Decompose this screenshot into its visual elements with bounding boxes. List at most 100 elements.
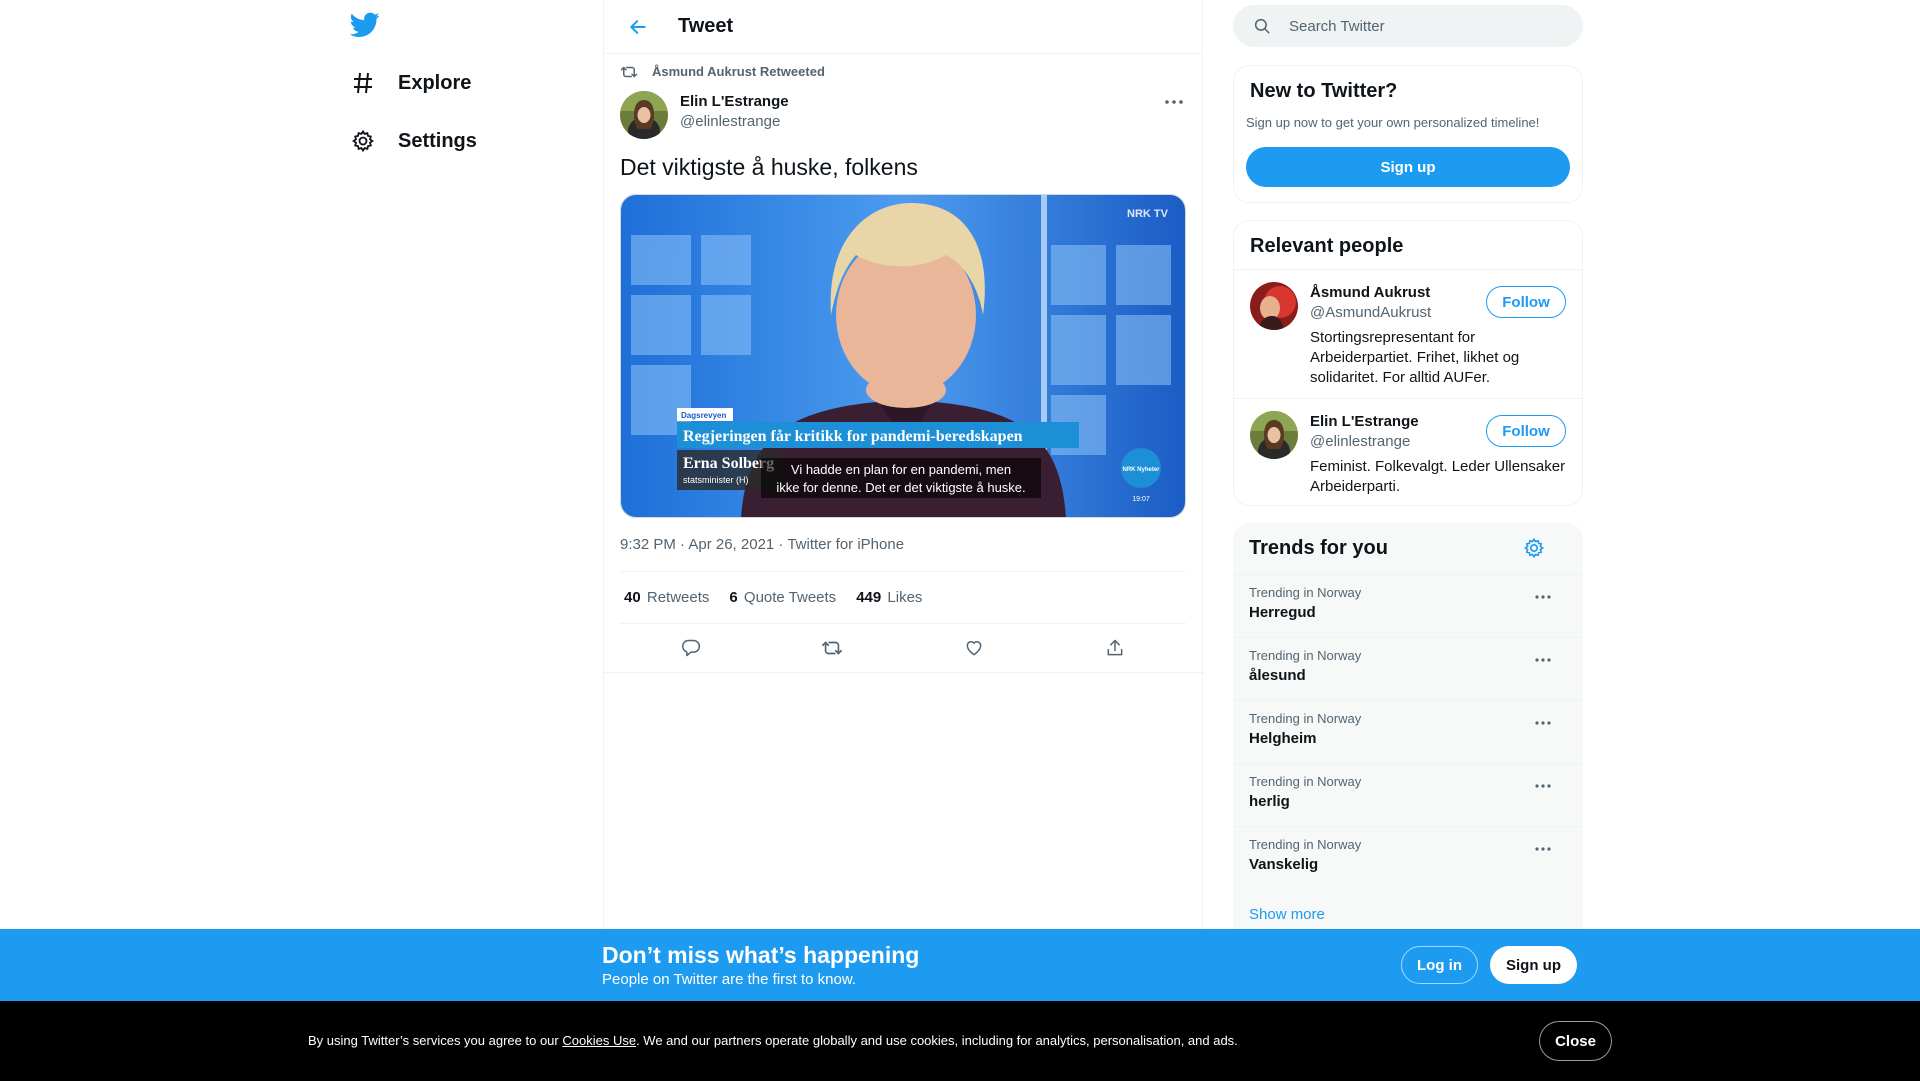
divider bbox=[604, 672, 1204, 673]
nav-explore-label: Explore bbox=[398, 71, 472, 94]
hashtag-icon bbox=[350, 70, 376, 96]
media-channel-logo: NRK Nyheter bbox=[1122, 467, 1160, 473]
media-subtitle-1: Vi hadde en plan for en pandemi, men bbox=[791, 462, 1011, 477]
share-button[interactable] bbox=[1097, 630, 1133, 666]
trend-item[interactable]: Trending in Norway herlig bbox=[1233, 763, 1583, 826]
retweets-label: Retweets bbox=[646, 589, 710, 606]
stat-quote-tweets[interactable]: 6 Quote Tweets bbox=[729, 589, 836, 606]
trend-item[interactable]: Trending in Norway Herregud bbox=[1233, 574, 1583, 637]
trend-context: Trending in Norway bbox=[1249, 585, 1362, 600]
person-bio: Stortingsrepresentant for Arbeiderpartie… bbox=[1310, 329, 1520, 386]
more-dots-icon bbox=[1535, 658, 1551, 662]
login-button[interactable]: Log in bbox=[1401, 946, 1478, 984]
tweet-more-button[interactable] bbox=[1162, 92, 1186, 112]
quote-tweets-label: Quote Tweets bbox=[743, 589, 837, 606]
show-more-link[interactable]: Show more bbox=[1249, 906, 1325, 923]
person-item[interactable]: Åsmund Aukrust @AsmundAukrust Follow Sto… bbox=[1234, 269, 1582, 398]
media-badge-top: NRK TV bbox=[1127, 208, 1169, 220]
media-person-role: statsminister (H) bbox=[683, 475, 749, 485]
trend-name: Vanskelig bbox=[1249, 856, 1319, 873]
author-handle[interactable]: @elinlestrange bbox=[680, 113, 789, 130]
media-headline: Regjeringen får kritikk for pandemi-bere… bbox=[683, 428, 1023, 445]
tweet-header: Tweet bbox=[604, 0, 1202, 54]
tweet-column: Tweet Åsmund Aukrust Retweeted Elin L'Es… bbox=[603, 0, 1204, 1081]
retweeted-by-label: Åsmund Aukrust Retweeted bbox=[652, 64, 825, 79]
like-button[interactable] bbox=[956, 630, 992, 666]
avatar[interactable] bbox=[1250, 411, 1298, 459]
tweet-timestamp[interactable]: 9:32 PM · Apr 26, 2021 · Twitter for iPh… bbox=[620, 536, 904, 553]
trend-item[interactable]: Trending in Norway Helgheim bbox=[1233, 700, 1583, 763]
likes-count: 449 bbox=[856, 589, 882, 606]
reply-icon bbox=[681, 639, 700, 657]
retweeted-by[interactable]: Åsmund Aukrust Retweeted bbox=[620, 64, 825, 79]
cookie-close-button[interactable]: Close bbox=[1539, 1021, 1612, 1061]
follow-button[interactable]: Follow bbox=[1486, 415, 1566, 447]
retweet-button[interactable] bbox=[814, 630, 850, 666]
trend-name: Herregud bbox=[1249, 604, 1316, 621]
trend-more-button[interactable] bbox=[1531, 587, 1555, 607]
share-icon bbox=[1107, 639, 1123, 656]
stat-likes[interactable]: 449 Likes bbox=[856, 589, 922, 606]
tweet-media[interactable]: NRK TV Dagsrevyen Regjeringen får kritik… bbox=[620, 194, 1186, 518]
trend-more-button[interactable] bbox=[1531, 713, 1555, 733]
search-input[interactable] bbox=[1289, 17, 1549, 35]
nav-explore[interactable]: Explore bbox=[350, 63, 471, 103]
person-name[interactable]: Elin L'Estrange bbox=[1310, 413, 1419, 430]
author-name[interactable]: Elin L'Estrange bbox=[680, 93, 789, 110]
trend-name: Helgheim bbox=[1249, 730, 1317, 747]
nav-settings[interactable]: Settings bbox=[350, 121, 477, 161]
nav-settings-label: Settings bbox=[398, 129, 477, 152]
new-to-twitter-subtitle: Sign up now to get your own personalized… bbox=[1246, 115, 1540, 130]
trend-context: Trending in Norway bbox=[1249, 774, 1362, 789]
tweet-text: Det viktigste å huske, folkens bbox=[620, 154, 918, 180]
gear-icon bbox=[1523, 537, 1545, 559]
person-name[interactable]: Åsmund Aukrust bbox=[1310, 284, 1430, 301]
retweet-icon bbox=[620, 66, 638, 77]
cookies-use-link[interactable]: Cookies Use bbox=[562, 1033, 636, 1048]
tweet-actions bbox=[620, 624, 1186, 672]
search-box[interactable] bbox=[1233, 5, 1583, 47]
banner-subtitle: People on Twitter are the first to know. bbox=[602, 971, 857, 988]
tweet-author[interactable]: Elin L'Estrange @elinlestrange bbox=[620, 91, 789, 139]
media-clock: 19:07 bbox=[1132, 496, 1150, 503]
follow-button[interactable]: Follow bbox=[1486, 286, 1566, 318]
gear-icon bbox=[350, 128, 376, 154]
avatar[interactable] bbox=[620, 91, 668, 139]
retweets-count: 40 bbox=[624, 589, 641, 606]
trend-more-button[interactable] bbox=[1531, 650, 1555, 670]
trend-context: Trending in Norway bbox=[1249, 648, 1362, 663]
trend-item[interactable]: Trending in Norway ålesund bbox=[1233, 637, 1583, 700]
media-subtitle-2: ikke for denne. Det er det viktigste å h… bbox=[776, 480, 1025, 495]
quote-tweets-count: 6 bbox=[729, 589, 738, 606]
cookie-text-after: . We and our partners operate globally a… bbox=[636, 1033, 1238, 1048]
trend-item[interactable]: Trending in Norway Vanskelig bbox=[1233, 826, 1583, 889]
trend-context: Trending in Norway bbox=[1249, 711, 1362, 726]
new-to-twitter-card: New to Twitter? Sign up now to get your … bbox=[1233, 65, 1583, 203]
trend-more-button[interactable] bbox=[1531, 839, 1555, 859]
trends-settings-button[interactable] bbox=[1523, 537, 1547, 561]
arrow-left-icon bbox=[630, 19, 646, 34]
person-handle[interactable]: @AsmundAukrust bbox=[1310, 304, 1431, 321]
twitter-logo-icon[interactable] bbox=[349, 12, 380, 38]
media-program: Dagsrevyen bbox=[681, 411, 726, 420]
cookie-text-before: By using Twitter’s services you agree to… bbox=[308, 1033, 563, 1048]
sidebar-signup-button[interactable]: Sign up bbox=[1246, 147, 1570, 187]
relevant-people-title: Relevant people bbox=[1250, 235, 1404, 257]
signup-banner: Don’t miss what’s happening People on Tw… bbox=[0, 929, 1920, 1001]
reply-button[interactable] bbox=[673, 630, 709, 666]
avatar[interactable] bbox=[1250, 282, 1298, 330]
media-person-name: Erna Solberg bbox=[683, 455, 774, 472]
person-handle[interactable]: @elinlestrange bbox=[1310, 433, 1410, 450]
search-icon bbox=[1254, 18, 1270, 34]
trend-context: Trending in Norway bbox=[1249, 837, 1362, 852]
trend-more-button[interactable] bbox=[1531, 776, 1555, 796]
person-bio: Feminist. Folkevalgt. Leder Ullensaker A… bbox=[1310, 458, 1566, 495]
relevant-people-card: Relevant people Åsmund Aukrust @AsmundAu… bbox=[1233, 220, 1583, 506]
stat-retweets[interactable]: 40 Retweets bbox=[624, 589, 709, 606]
trends-card: Trends for you Trending in Norway Herreg… bbox=[1233, 523, 1583, 943]
back-button[interactable] bbox=[620, 9, 656, 45]
trend-name: herlig bbox=[1249, 793, 1290, 810]
signup-button[interactable]: Sign up bbox=[1490, 946, 1577, 984]
more-dots-icon bbox=[1535, 847, 1551, 851]
person-item[interactable]: Elin L'Estrange @elinlestrange Follow Fe… bbox=[1234, 398, 1582, 506]
